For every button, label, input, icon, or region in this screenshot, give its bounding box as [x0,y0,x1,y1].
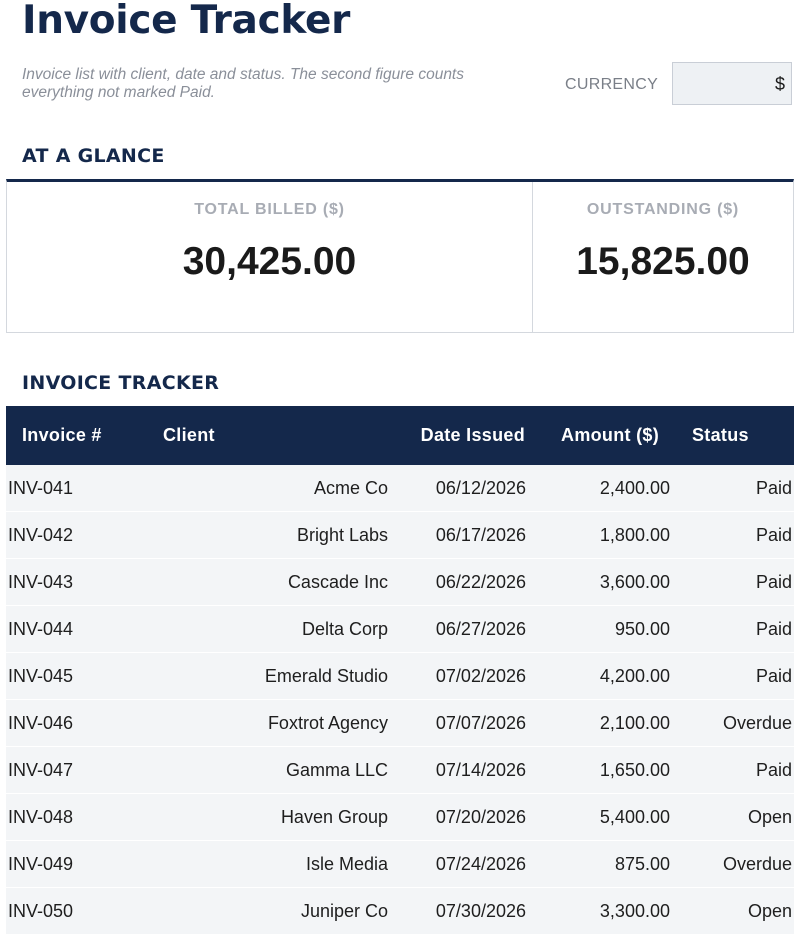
date-cell: 07/20/2026 [391,793,533,841]
table-row[interactable]: INV-046 Foxtrot Agency 07/07/2026 2,100.… [6,699,794,747]
table-row[interactable]: INV-050 Juniper Co 07/30/2026 3,300.00 O… [6,887,794,935]
outstanding-value: 15,825.00 [576,240,750,283]
table-row[interactable]: INV-048 Haven Group 07/20/2026 5,400.00 … [6,793,794,841]
amount-cell: 1,650.00 [533,746,675,794]
date-cell: 06/22/2026 [391,558,533,606]
amount-cell: 1,800.00 [533,511,675,559]
invoice-number-cell: INV-045 [6,652,148,700]
table-body: INV-041 Acme Co 06/12/2026 2,400.00 Paid… [6,465,794,935]
invoice-number-cell: INV-044 [6,605,148,653]
status-cell: Paid [675,605,794,653]
invoice-number-cell: INV-049 [6,840,148,888]
date-cell: 07/07/2026 [391,699,533,747]
table-header-row: Invoice # Client Date Issued Amount ($) … [6,406,794,465]
amount-cell: 2,400.00 [533,465,675,512]
column-header-invoice[interactable]: Invoice # [6,406,148,465]
invoice-number-cell: INV-048 [6,793,148,841]
date-cell: 07/24/2026 [391,840,533,888]
currency-input[interactable]: $ [672,62,792,105]
kpi-panel: TOTAL BILLED ($) 30,425.00 OUTSTANDING (… [6,179,794,333]
client-cell: Juniper Co [148,887,391,935]
date-cell: 06/27/2026 [391,605,533,653]
date-cell: 06/12/2026 [391,465,533,512]
amount-cell: 2,100.00 [533,699,675,747]
date-cell: 06/17/2026 [391,511,533,559]
status-cell: Paid [675,465,794,512]
currency-label: CURRENCY [565,76,659,93]
table-row[interactable]: INV-045 Emerald Studio 07/02/2026 4,200.… [6,652,794,700]
amount-cell: 3,600.00 [533,558,675,606]
table-row[interactable]: INV-044 Delta Corp 06/27/2026 950.00 Pai… [6,605,794,653]
client-cell: Isle Media [148,840,391,888]
status-cell: Overdue [675,699,794,747]
column-header-status[interactable]: Status [675,406,794,465]
status-cell: Paid [675,511,794,559]
table-row[interactable]: INV-042 Bright Labs 06/17/2026 1,800.00 … [6,511,794,559]
amount-cell: 3,300.00 [533,887,675,935]
invoice-number-cell: INV-047 [6,746,148,794]
page-title: Invoice Tracker [22,0,351,43]
client-cell: Emerald Studio [148,652,391,700]
invoice-number-cell: INV-050 [6,887,148,935]
status-cell: Open [675,887,794,935]
invoice-number-cell: INV-042 [6,511,148,559]
amount-cell: 875.00 [533,840,675,888]
outstanding-label: OUTSTANDING ($) [586,201,740,218]
glance-section-title: AT A GLANCE [22,145,165,167]
client-cell: Acme Co [148,465,391,512]
page-subtitle: Invoice list with client, date and statu… [22,66,464,101]
date-cell: 07/02/2026 [391,652,533,700]
table-row[interactable]: INV-041 Acme Co 06/12/2026 2,400.00 Paid [6,465,794,512]
amount-cell: 950.00 [533,605,675,653]
client-cell: Cascade Inc [148,558,391,606]
column-header-date[interactable]: Date Issued [391,406,533,465]
total-billed-value: 30,425.00 [182,240,357,283]
status-cell: Overdue [675,840,794,888]
outstanding-card: OUTSTANDING ($) 15,825.00 [533,182,793,332]
status-cell: Paid [675,652,794,700]
invoice-table: Invoice # Client Date Issued Amount ($) … [6,406,794,935]
column-header-amount[interactable]: Amount ($) [533,406,675,465]
date-cell: 07/14/2026 [391,746,533,794]
status-cell: Open [675,793,794,841]
table-row[interactable]: INV-043 Cascade Inc 06/22/2026 3,600.00 … [6,558,794,606]
client-cell: Delta Corp [148,605,391,653]
tracker-section-title: INVOICE TRACKER [22,372,220,394]
status-cell: Paid [675,558,794,606]
client-cell: Foxtrot Agency [148,699,391,747]
client-cell: Bright Labs [148,511,391,559]
invoice-number-cell: INV-046 [6,699,148,747]
table-row[interactable]: INV-047 Gamma LLC 07/14/2026 1,650.00 Pa… [6,746,794,794]
invoice-number-cell: INV-043 [6,558,148,606]
table-row[interactable]: INV-049 Isle Media 07/24/2026 875.00 Ove… [6,840,794,888]
status-cell: Paid [675,746,794,794]
client-cell: Gamma LLC [148,746,391,794]
total-billed-label: TOTAL BILLED ($) [194,201,345,218]
amount-cell: 5,400.00 [533,793,675,841]
amount-cell: 4,200.00 [533,652,675,700]
date-cell: 07/30/2026 [391,887,533,935]
total-billed-card: TOTAL BILLED ($) 30,425.00 [7,182,533,332]
invoice-number-cell: INV-041 [6,465,148,512]
column-header-client[interactable]: Client [148,406,391,465]
client-cell: Haven Group [148,793,391,841]
